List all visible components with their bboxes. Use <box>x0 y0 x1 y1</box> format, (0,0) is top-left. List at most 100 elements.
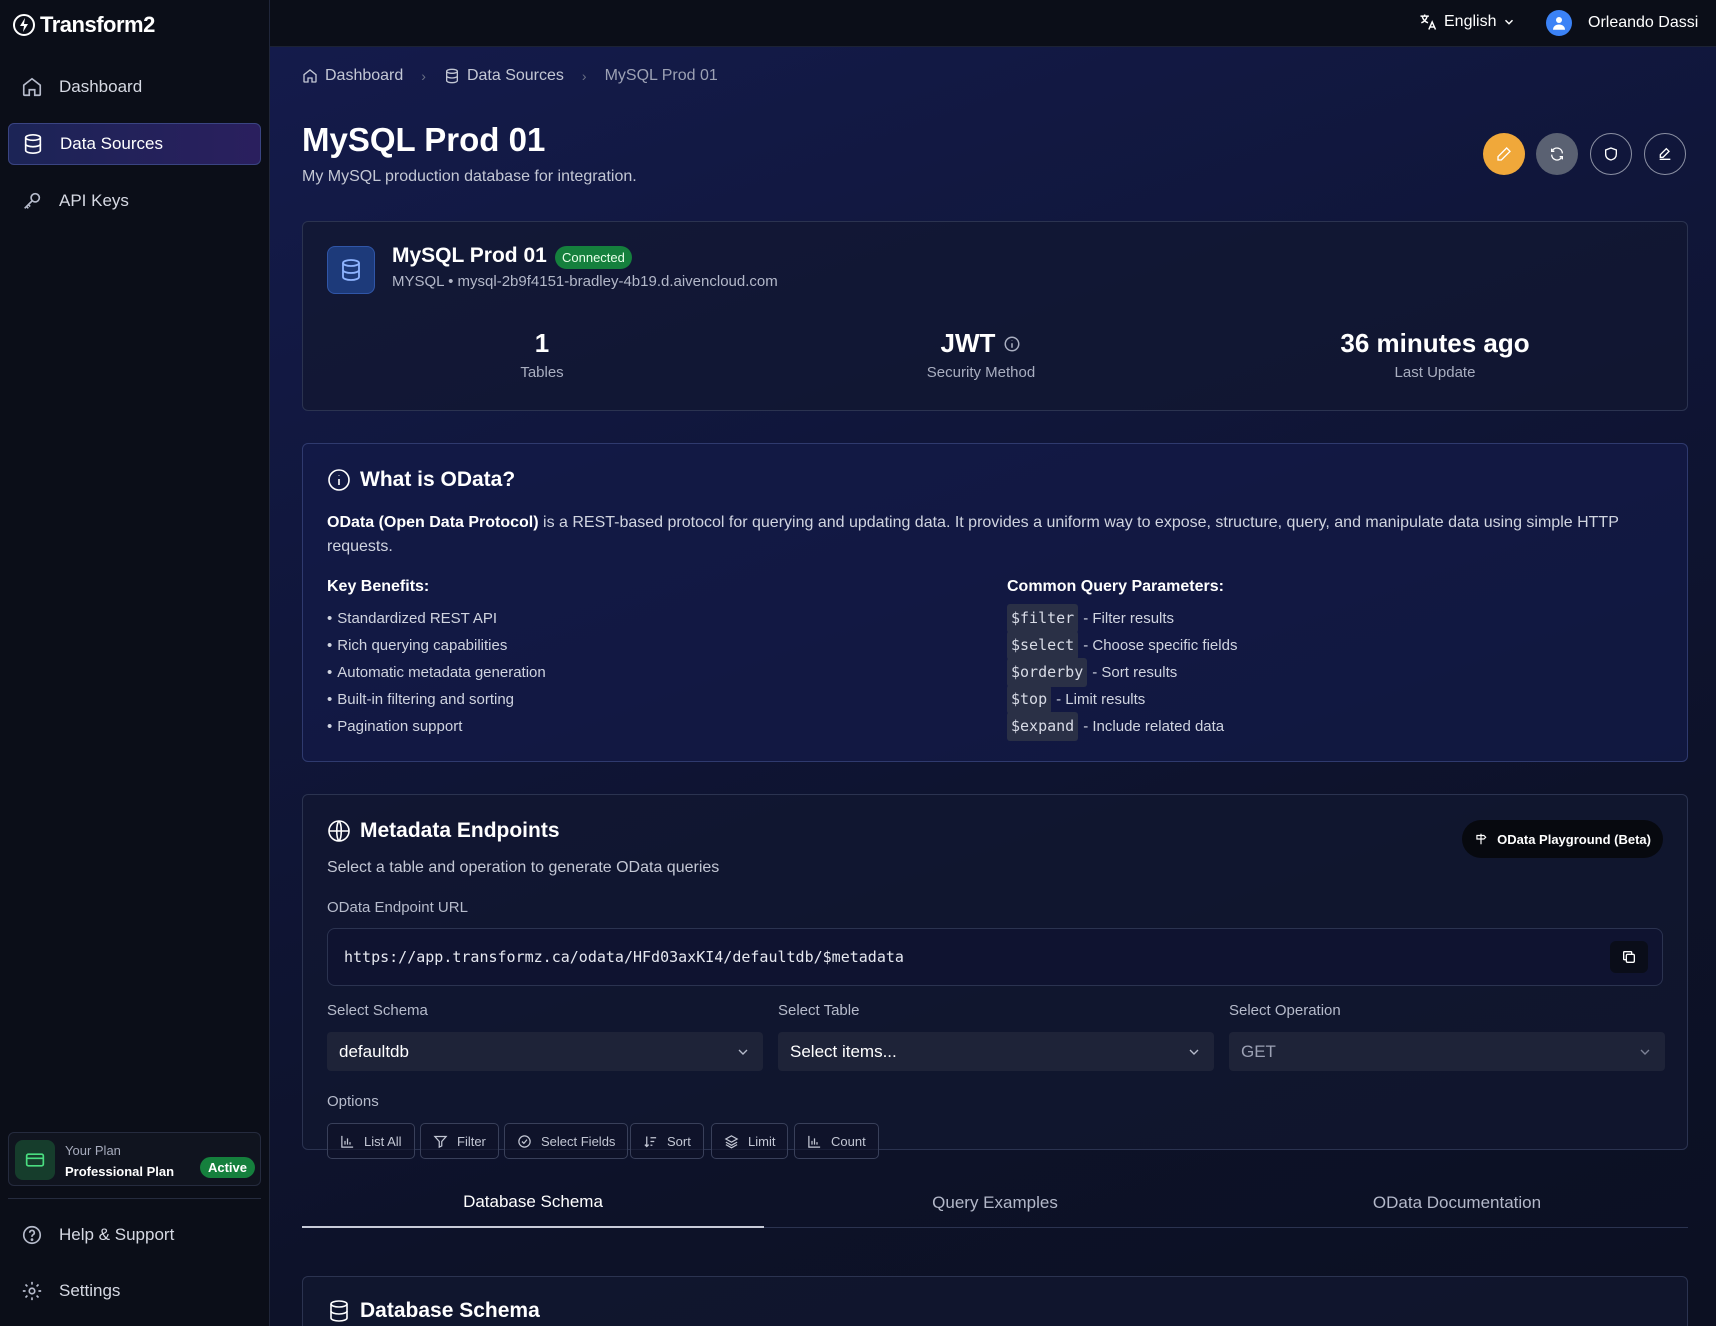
app-name: Transform2 <box>40 12 155 37</box>
bar-chart-icon <box>808 1135 821 1148</box>
option-label: Limit <box>748 1133 776 1149</box>
list-item-text: - Filter results <box>1083 610 1175 627</box>
breadcrumb-data-sources[interactable]: Data Sources <box>444 67 564 85</box>
option-limit-button[interactable]: Limit <box>711 1123 789 1159</box>
odata-title-text: What is OData? <box>360 468 516 491</box>
connection-host: MYSQL • mysql-2b9f4151-bradley-4b19.d.ai… <box>392 273 778 290</box>
sidebar-item-settings[interactable]: Settings <box>8 1270 261 1312</box>
endpoint-url-label: OData Endpoint URL <box>327 899 468 916</box>
select-value: GET <box>1241 1041 1276 1061</box>
schema-title-text: Database Schema <box>360 1299 540 1322</box>
info-icon <box>328 469 350 491</box>
sidebar-item-dashboard[interactable]: Dashboard <box>8 66 261 108</box>
copy-url-button[interactable] <box>1610 941 1648 973</box>
option-count-button[interactable]: Count <box>794 1123 879 1159</box>
endpoint-url-text: https://app.transformz.ca/odata/HFd03axK… <box>344 948 904 966</box>
stat-last-update: 36 minutes ago Last Update <box>1208 328 1662 381</box>
translate-icon <box>1420 14 1437 30</box>
option-label: Sort <box>667 1133 691 1149</box>
top-bar: English Orleando Dassi <box>270 0 1716 47</box>
operation-select[interactable]: GET <box>1229 1032 1665 1071</box>
sidebar-item-label: Settings <box>59 1281 121 1300</box>
plan-status-badge: Active <box>199 1157 255 1178</box>
stat-security: JWT Security Method <box>754 328 1208 381</box>
refresh-icon <box>1551 147 1563 161</box>
option-filter-button[interactable]: Filter <box>420 1123 499 1159</box>
option-sort-button[interactable]: Sort <box>630 1123 704 1159</box>
database-icon <box>24 134 42 154</box>
bar-chart-icon <box>341 1135 354 1148</box>
odata-playground-button[interactable]: OData Playground (Beta) <box>1462 820 1663 858</box>
list-item-text: Rich querying capabilities <box>337 637 508 654</box>
sidebar-divider <box>8 1198 261 1199</box>
plan-card[interactable]: Your Plan Professional Plan Active <box>8 1132 261 1186</box>
endpoint-url-field[interactable]: https://app.transformz.ca/odata/HFd03axK… <box>327 928 1663 986</box>
sidebar: Transform2 Dashboard Data Sources API Ke… <box>0 0 270 1326</box>
breadcrumb-separator-icon: › <box>421 68 426 84</box>
list-item: $top - Limit results <box>1007 685 1237 714</box>
refresh-button[interactable] <box>1536 133 1578 175</box>
list-item-text: Pagination support <box>337 718 463 735</box>
metadata-title-text: Metadata Endpoints <box>360 819 560 842</box>
list-item-text: - Choose specific fields <box>1083 637 1238 654</box>
layers-icon <box>724 1134 739 1148</box>
security-button[interactable] <box>1590 133 1632 175</box>
sidebar-item-label: Help & Support <box>59 1225 175 1244</box>
user-name: Orleando Dassi <box>1588 14 1699 31</box>
sidebar-item-label: Dashboard <box>59 77 143 96</box>
sort-icon <box>644 1136 657 1147</box>
shield-icon <box>1605 147 1617 161</box>
connection-card: MySQL Prod 01 Connected MYSQL • mysql-2b… <box>302 221 1688 411</box>
breadcrumb-dashboard[interactable]: Dashboard <box>302 67 403 85</box>
edit-button[interactable] <box>1644 133 1686 175</box>
chevron-down-icon <box>1189 1049 1199 1055</box>
sidebar-item-label: Data Sources <box>60 134 163 153</box>
home-icon <box>22 77 42 97</box>
sidebar-item-data-sources[interactable]: Data Sources <box>8 123 261 165</box>
connection-status-badge: Connected <box>555 246 632 269</box>
list-item-text: - Sort results <box>1092 664 1178 681</box>
tab-query-examples[interactable]: Query Examples <box>764 1178 1226 1228</box>
tab-odata-documentation[interactable]: OData Documentation <box>1226 1178 1688 1228</box>
home-icon <box>303 69 317 83</box>
stat-value: 1 <box>534 328 550 358</box>
sidebar-item-api-keys[interactable]: API Keys <box>8 180 261 222</box>
database-icon <box>330 1300 348 1322</box>
odata-desc-bold: OData (Open Data Protocol) <box>327 514 539 531</box>
sidebar-item-label: API Keys <box>59 191 129 210</box>
breadcrumb: Dashboard › Data Sources › MySQL Prod 01 <box>302 67 718 85</box>
schema-select[interactable]: defaultdb <box>327 1032 763 1071</box>
key-benefits-title: Key Benefits: <box>327 578 430 595</box>
list-item: $filter - Filter results <box>1007 604 1237 633</box>
option-list-all-button[interactable]: List All <box>327 1123 415 1159</box>
option-label: Count <box>831 1133 866 1149</box>
odata-info-title: What is OData? <box>327 468 515 492</box>
sidebar-item-help[interactable]: Help & Support <box>8 1214 261 1256</box>
help-circle-icon <box>22 1225 42 1245</box>
app-logo[interactable]: Transform2 <box>12 12 155 38</box>
option-label: List All <box>364 1133 402 1149</box>
user-menu[interactable]: Orleando Dassi <box>1546 10 1698 36</box>
table-select[interactable]: Select items... <box>778 1032 1214 1071</box>
gear-icon <box>22 1281 42 1301</box>
database-schema-title: Database Schema <box>327 1299 540 1323</box>
option-label: Filter <box>457 1133 486 1149</box>
code-pill: $select <box>1007 631 1079 660</box>
info-icon[interactable] <box>1003 335 1021 353</box>
globe-icon <box>328 820 350 842</box>
chevron-down-icon <box>1505 19 1514 25</box>
list-item: • Automatic metadata generation <box>327 659 546 686</box>
key-icon <box>24 192 41 209</box>
database-icon <box>445 68 458 84</box>
language-label: English <box>1444 13 1497 30</box>
list-item: $select - Choose specific fields <box>1007 631 1238 660</box>
list-item: • Pagination support <box>327 713 546 740</box>
page-subtitle: My MySQL production database for integra… <box>302 168 637 185</box>
option-select-fields-button[interactable]: Select Fields <box>504 1123 629 1159</box>
edit-pencil-button[interactable] <box>1483 133 1525 175</box>
language-selector[interactable]: English <box>1418 12 1516 32</box>
list-item-text: Automatic metadata generation <box>337 664 546 681</box>
stat-label: Tables <box>520 364 564 381</box>
tab-database-schema[interactable]: Database Schema <box>302 1178 764 1228</box>
breadcrumb-label: Dashboard <box>325 67 404 84</box>
